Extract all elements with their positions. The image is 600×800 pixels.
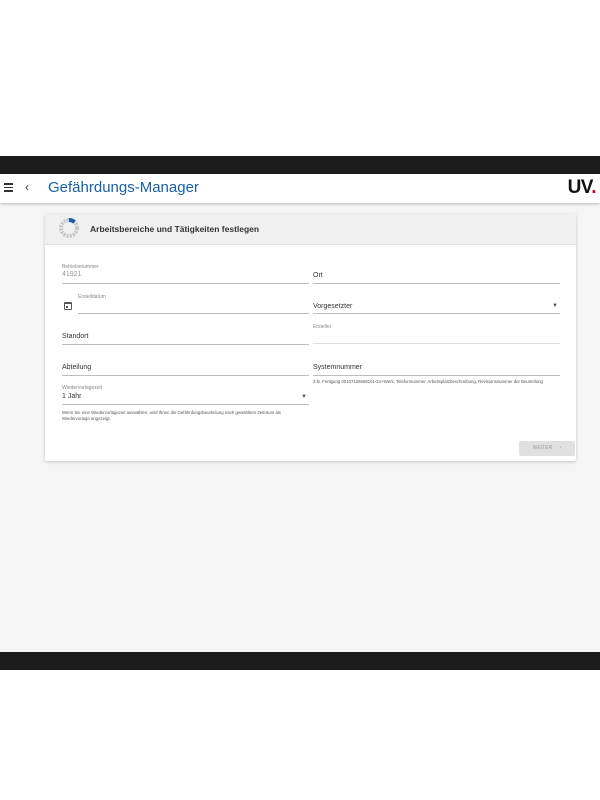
- progress-ring-icon: [59, 218, 79, 238]
- next-button[interactable]: WEITER ›: [519, 441, 575, 456]
- systemnummer-field[interactable]: Systemnummer: [313, 356, 560, 378]
- menu-icon[interactable]: [4, 183, 13, 192]
- device-bezel-bottom: [0, 652, 600, 670]
- chevron-left-icon[interactable]: ‹: [25, 180, 29, 194]
- ort-label: Ort: [313, 272, 323, 279]
- systemnummer-hint: Z.B. Fertigung 00107126668101<br>Werk, T…: [313, 379, 543, 384]
- ort-field[interactable]: Ort: [313, 264, 560, 286]
- betriebsnummer-label: Betriebsnummer: [62, 264, 99, 270]
- erstelldatum-label: Erstelldatum: [78, 294, 106, 300]
- app-screen: ‹ Gefährdungs-Manager UV. Arbeitsbereich…: [0, 174, 600, 652]
- abteilung-label: Abteilung: [62, 364, 92, 371]
- betriebsnummer-value: 41921: [62, 271, 82, 278]
- betriebsnummer-field[interactable]: Betriebsnummer 41921: [62, 264, 309, 286]
- standort-field[interactable]: Standort: [62, 325, 309, 347]
- app-title: Gefährdungs-Manager: [48, 179, 199, 196]
- next-button-label: WEITER: [532, 445, 553, 451]
- chevron-right-icon: ›: [559, 445, 562, 451]
- wiedervorlagezeit-select[interactable]: Wiedervorlagezeit 1 Jahr ▼: [62, 385, 309, 407]
- erstelldatum-field[interactable]: Erstelldatum: [78, 294, 309, 316]
- device-bezel-top: [0, 156, 600, 174]
- app-bar: ‹ Gefährdungs-Manager UV.: [0, 174, 600, 203]
- wiedervorlagezeit-label: Wiedervorlagezeit: [62, 385, 103, 391]
- form-card: Arbeitsbereiche und Tätigkeiten festlege…: [45, 214, 576, 461]
- calendar-icon[interactable]: [64, 302, 72, 310]
- ersteller-label: Ersteller: [313, 324, 332, 330]
- card-title: Arbeitsbereiche und Tätigkeiten festlege…: [90, 224, 260, 234]
- ersteller-field[interactable]: Ersteller: [313, 324, 560, 346]
- vorgesetzter-select[interactable]: Vorgesetzter ▼: [313, 294, 560, 316]
- card-header: Arbeitsbereiche und Tätigkeiten festlege…: [45, 214, 576, 245]
- brand-logo: UV.: [567, 177, 597, 198]
- wiedervorlagezeit-value: 1 Jahr: [62, 393, 82, 400]
- standort-label: Standort: [62, 333, 89, 340]
- wiedervorlagezeit-hint: Wenn Sie eine Wiedervorlagezeit auswähle…: [62, 410, 281, 421]
- dropdown-arrow-icon: ▼: [301, 394, 307, 400]
- dropdown-arrow-icon: ▼: [552, 303, 558, 309]
- vorgesetzter-label: Vorgesetzter: [313, 303, 353, 310]
- systemnummer-label: Systemnummer: [313, 364, 363, 371]
- abteilung-field[interactable]: Abteilung: [62, 356, 309, 378]
